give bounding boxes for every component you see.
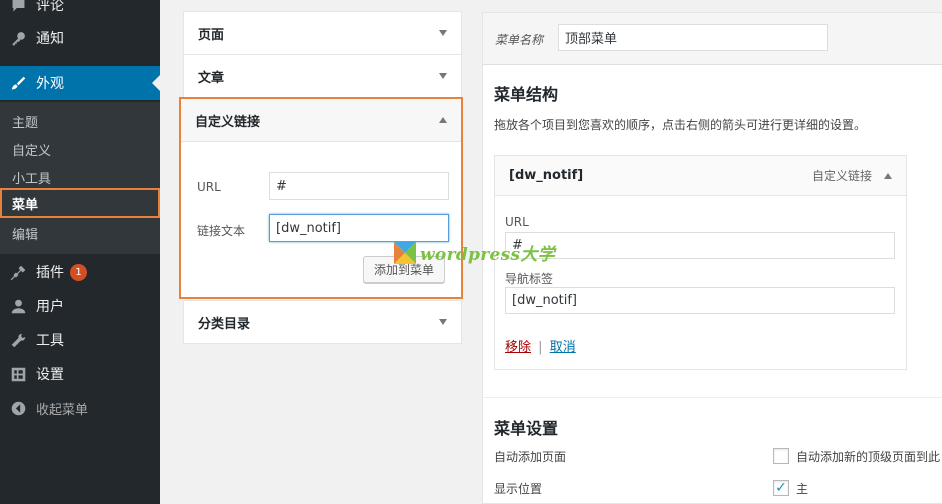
admin-sidebar: 评论 通知 外观 主题 自定义 小工具 菜单 编辑 插件 1 用户 工具 设置 … <box>0 0 160 504</box>
display-primary-checkbox[interactable]: ✓ <box>773 480 789 496</box>
chevron-down-icon[interactable] <box>439 319 447 325</box>
menu-item-nav-input[interactable]: [dw_notif] <box>505 287 895 314</box>
action-separator: | <box>538 340 543 355</box>
nav-label: 外观 <box>36 76 64 92</box>
nav-item-settings[interactable]: 设置 <box>0 357 160 391</box>
menu-item-actions: 移除 | 取消 <box>505 336 576 355</box>
wordpress-daxue-watermark: wordpress大学 <box>394 240 555 265</box>
comment-icon <box>9 0 27 14</box>
menu-name-header: 菜单名称 顶部菜单 <box>483 13 942 65</box>
menu-item-nav-label: 导航标签 <box>505 272 554 286</box>
cancel-link[interactable]: 取消 <box>550 340 576 355</box>
accordion-title: 分类目录 <box>198 316 251 332</box>
submenu-themes[interactable]: 主题 <box>0 107 160 135</box>
auto-add-option: 自动添加新的顶级页面到此 <box>796 450 941 464</box>
nav-item-users[interactable]: 用户 <box>0 289 160 323</box>
accordion-title: 文章 <box>198 70 225 86</box>
user-icon <box>9 297 27 315</box>
nav-label: 评论 <box>36 0 64 14</box>
menu-name-input[interactable]: 顶部菜单 <box>558 24 828 51</box>
key-icon <box>9 29 27 47</box>
menu-item-header[interactable]: [dw_notif] 自定义链接 <box>495 156 906 196</box>
remove-link[interactable]: 移除 <box>505 340 531 355</box>
nav-item-notifications[interactable]: 通知 <box>0 21 160 55</box>
section-divider <box>483 397 942 398</box>
display-location-label: 显示位置 <box>494 482 543 496</box>
accordion-custom-links: 自定义链接 URL # 链接文本 [dw_notif] 添加到菜单 <box>179 97 463 299</box>
update-count-badge: 1 <box>70 263 87 281</box>
nav-label: 插件 <box>36 265 64 281</box>
submenu-widgets[interactable]: 小工具 <box>0 163 160 191</box>
accordion-header[interactable]: 自定义链接 <box>181 99 461 142</box>
menu-item: [dw_notif] 自定义链接 URL # 导航标签 [dw_notif] 移… <box>494 155 907 370</box>
menu-item-controls: 自定义链接 <box>812 167 892 184</box>
nav-item-tools[interactable]: 工具 <box>0 323 160 357</box>
wrench-icon <box>9 331 27 349</box>
chevron-down-icon[interactable] <box>439 73 447 79</box>
accordion-title: 自定义链接 <box>195 114 261 130</box>
accordion-header: 文章 <box>184 55 461 97</box>
collapse-icon <box>9 399 27 417</box>
menu-settings-title: 菜单设置 <box>494 419 559 438</box>
nav-label: 用户 <box>36 299 64 315</box>
link-text-label: 链接文本 <box>197 224 246 238</box>
menu-structure-description: 拖放各个项目到您喜欢的顺序，点击右侧的箭头可进行更详细的设置。 <box>494 118 867 132</box>
menu-item-url-input[interactable]: # <box>505 232 895 259</box>
auto-add-label: 自动添加页面 <box>494 450 567 464</box>
appearance-submenu: 主题 自定义 小工具 菜单 编辑 <box>0 102 160 254</box>
watermark-text: wordpress大学 <box>420 245 555 265</box>
chevron-down-icon[interactable] <box>439 30 447 36</box>
auto-add-checkbox[interactable] <box>773 448 789 464</box>
nav-item-collapse[interactable]: 收起菜单 <box>0 391 160 425</box>
url-input[interactable]: # <box>269 172 449 200</box>
submenu-customize[interactable]: 自定义 <box>0 135 160 163</box>
settings-icon <box>9 365 27 383</box>
submenu-menus[interactable]: 菜单 <box>0 188 160 218</box>
chevron-up-icon[interactable] <box>884 172 892 179</box>
link-text-input[interactable]: [dw_notif] <box>269 214 449 242</box>
accordion-header: 分类目录 <box>184 301 461 343</box>
nav-label: 设置 <box>36 367 64 383</box>
nav-item-comments[interactable]: 评论 <box>0 0 160 22</box>
nav-item-appearance[interactable]: 外观 <box>0 66 160 100</box>
accordion-header: 页面 <box>184 12 461 54</box>
brush-icon <box>9 74 27 92</box>
nav-item-plugins[interactable]: 插件 1 <box>0 255 160 289</box>
submenu-editor[interactable]: 编辑 <box>0 219 160 247</box>
accordion-title: 页面 <box>198 27 225 43</box>
plugin-icon <box>9 263 27 281</box>
nav-label: 收起菜单 <box>36 402 89 418</box>
display-primary-option: 主 <box>796 482 809 496</box>
accordion-pages[interactable]: 页面 <box>183 11 462 55</box>
chevron-up-icon[interactable] <box>439 117 447 123</box>
menu-item-type: 自定义链接 <box>811 169 872 183</box>
menu-item-title: [dw_notif] <box>509 168 584 183</box>
watermark-logo-icon <box>394 241 416 264</box>
checkmark-icon: ✓ <box>775 480 787 496</box>
accordion-categories[interactable]: 分类目录 <box>183 300 462 344</box>
menu-name-label: 菜单名称 <box>495 33 544 47</box>
nav-label: 工具 <box>36 333 64 349</box>
menu-structure-title: 菜单结构 <box>494 85 559 104</box>
menu-item-url-label: URL <box>505 215 529 229</box>
accordion-posts[interactable]: 文章 <box>183 54 462 98</box>
url-label: URL <box>197 180 221 194</box>
nav-label: 通知 <box>36 31 64 47</box>
